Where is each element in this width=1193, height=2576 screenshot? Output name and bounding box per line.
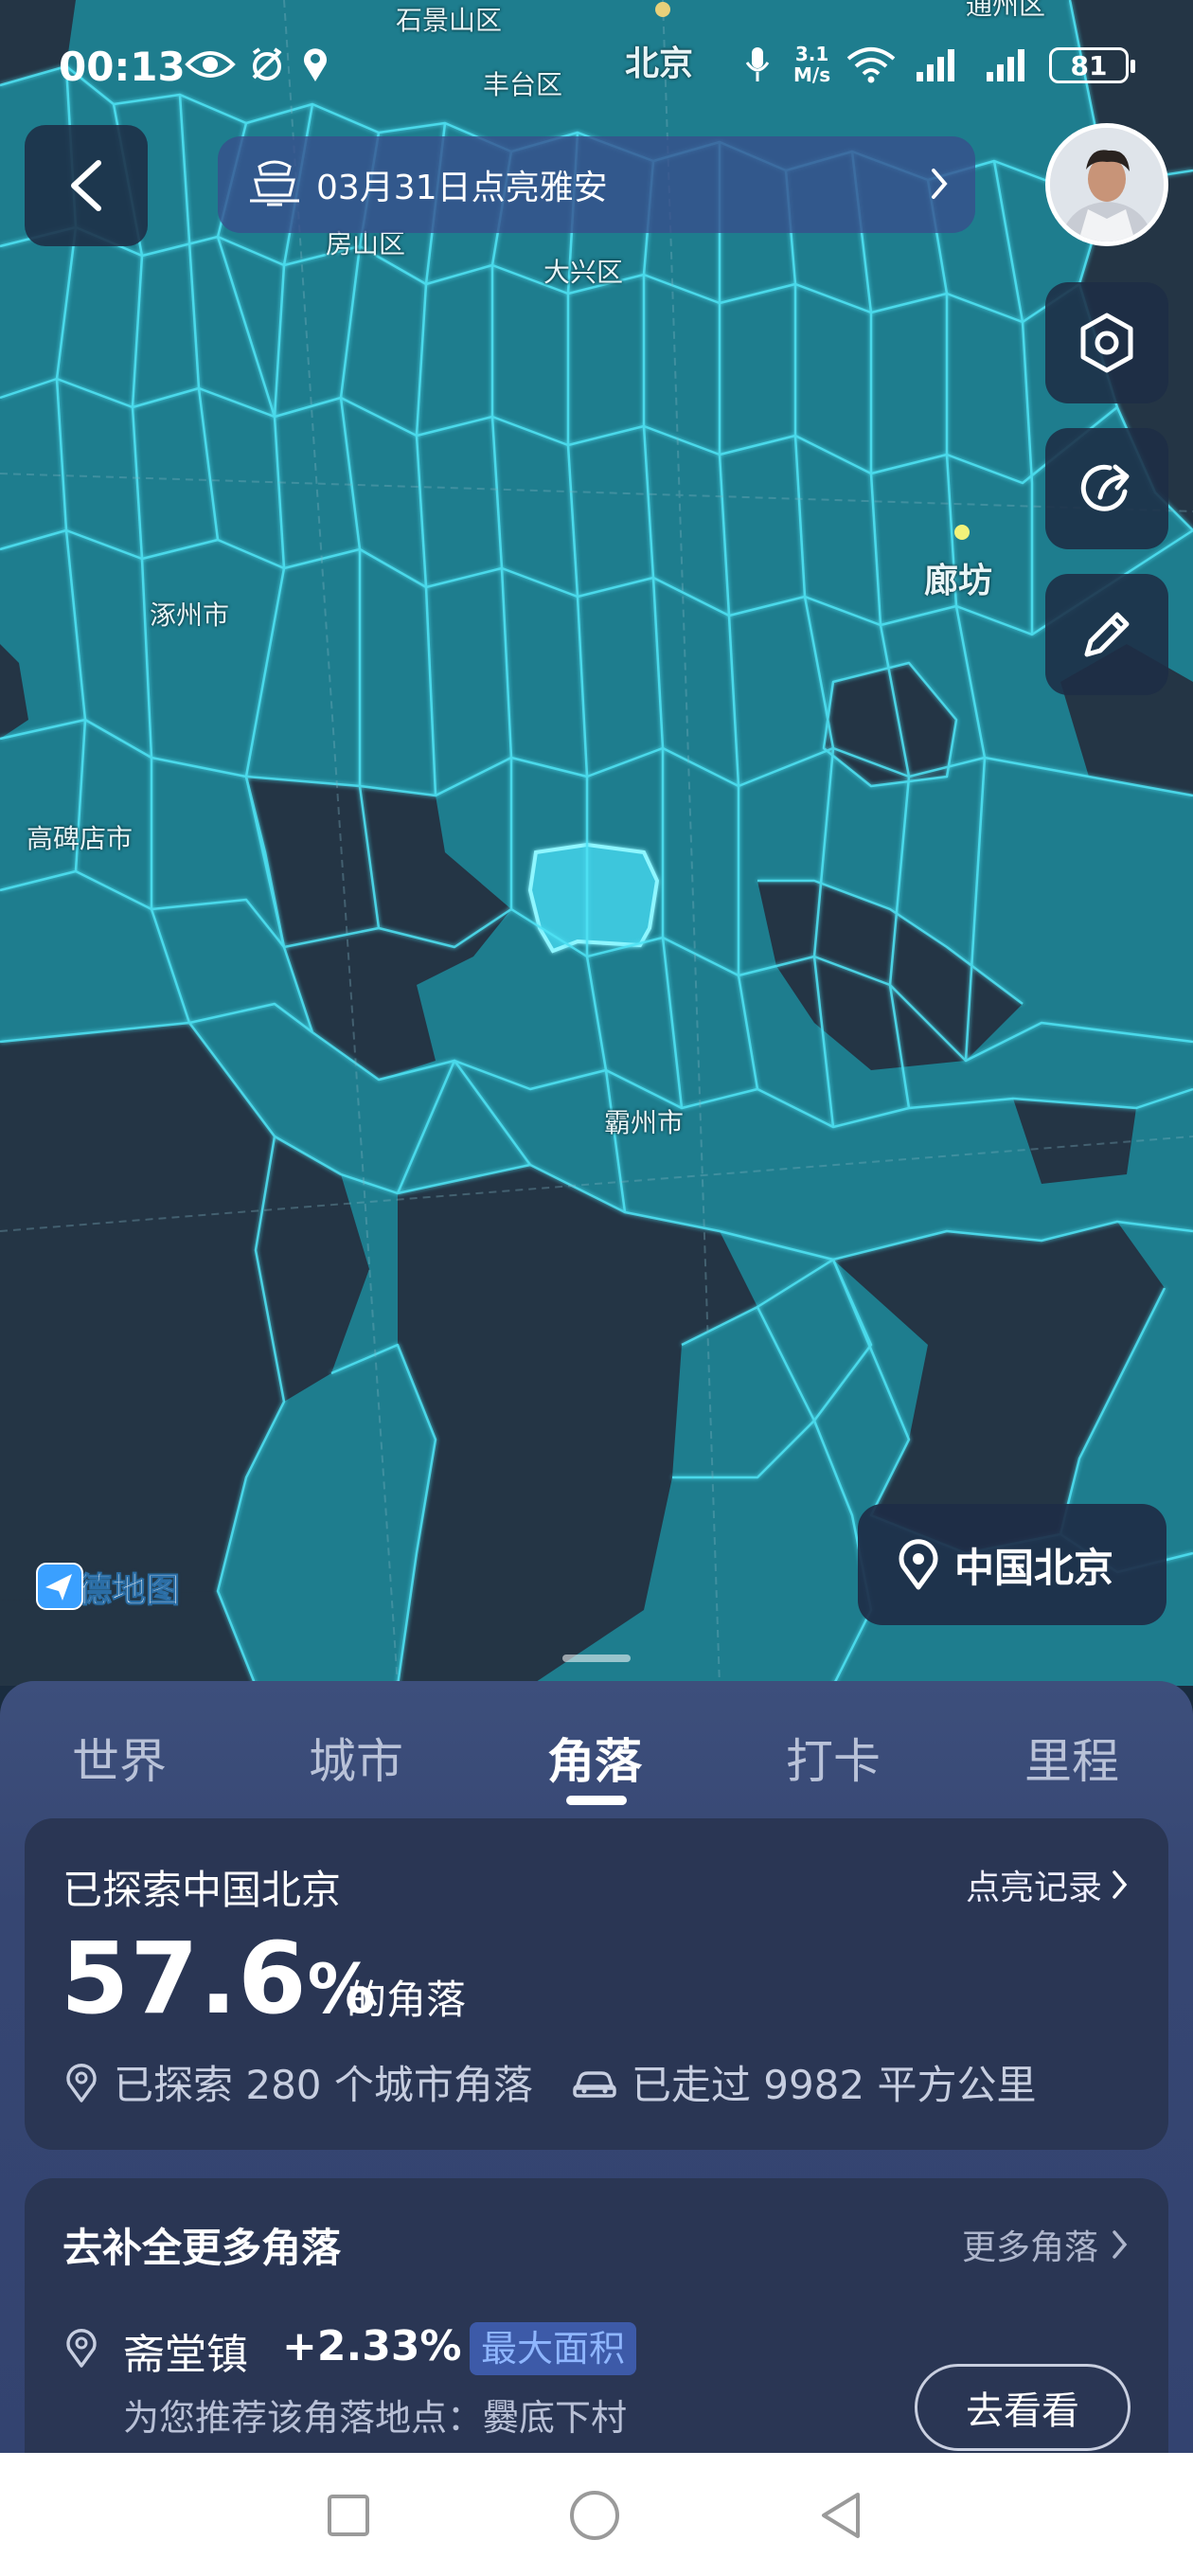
percent-suffix: 的角落 — [347, 1977, 467, 2023]
settings-hexagon-icon — [1080, 313, 1133, 373]
banner-text: 03月31日点亮雅安 — [316, 169, 608, 207]
explore-map[interactable]: 石景山区 丰台区 北京 房山区 大兴区 涿州市 廊坊 高碑店市 霸州市 通州区 … — [0, 0, 1193, 1686]
location-chip[interactable]: 中国北京 — [858, 1504, 1166, 1625]
status-time: 00:13 — [59, 44, 186, 90]
system-nav-bar — [0, 2453, 1193, 2576]
location-pin-icon — [899, 1539, 938, 1590]
drag-handle[interactable] — [562, 1655, 631, 1662]
recommend-place: 斋堂镇 — [123, 2331, 248, 2379]
share-icon — [1080, 464, 1130, 511]
map-label-zhuozhou: 涿州市 — [150, 599, 230, 631]
recommend-title: 去补全更多角落 — [62, 2225, 342, 2271]
settings-button[interactable] — [1045, 282, 1168, 403]
chevron-right-icon — [1113, 1870, 1128, 1899]
amap-logo-icon — [36, 1563, 83, 1610]
tab-bar: 世界 城市 角落 打卡 里程 — [0, 1705, 1193, 1809]
edit-button[interactable] — [1045, 574, 1168, 695]
more-corners-label: 更多角落 — [961, 2228, 1098, 2267]
user-avatar[interactable] — [1045, 123, 1168, 246]
back-nav-button[interactable] — [814, 2489, 867, 2542]
share-button[interactable] — [1045, 428, 1168, 549]
signal-icon-2 — [985, 45, 1026, 83]
car-icon — [573, 2070, 616, 2098]
go-see-button[interactable]: 去看看 — [915, 2364, 1131, 2451]
explore-summary-card: 已探索中国北京 点亮记录 57.6% 的角落 已探索 280 个城市角落 已走过… — [25, 1818, 1168, 2150]
location-status-icon — [301, 45, 329, 83]
more-corners-link[interactable]: 更多角落 — [962, 2220, 1131, 2269]
net-speed-value: 3.1 — [794, 43, 829, 65]
lantern-icon — [250, 160, 299, 206]
back-button[interactable] — [25, 125, 148, 246]
circle-icon — [570, 2491, 619, 2540]
recommend-gain: +2.33% — [282, 2322, 462, 2370]
tab-world[interactable]: 世界 — [72, 1724, 167, 1792]
eye-icon — [184, 45, 237, 83]
chevron-right-icon — [1113, 2230, 1128, 2259]
map-label-bazhou: 霸州市 — [604, 1107, 685, 1138]
explored-corners-text: 已探索 280 个城市角落 — [114, 2062, 533, 2108]
recents-button[interactable] — [322, 2489, 375, 2542]
tab-corner[interactable]: 角落 — [547, 1724, 642, 1792]
recommend-card: 去补全更多角落 更多角落 斋堂镇 +2.33% 最大面积 为您推荐该角落地点：爨… — [25, 2178, 1168, 2481]
record-link-label: 点亮记录 — [965, 1869, 1102, 1907]
status-bar: 00:13 3.1 M/s 81 — [0, 0, 1193, 133]
map-label-gaobeidian: 高碑店市 — [27, 823, 134, 854]
map-label-daxing: 大兴区 — [543, 257, 624, 288]
largest-area-badge: 最大面积 — [470, 2322, 637, 2375]
signal-icon — [915, 45, 956, 83]
edit-pencil-icon — [1084, 612, 1130, 657]
recommend-subtitle: 为您推荐该角落地点：爨底下村 — [123, 2397, 628, 2439]
area-walked-text: 已走过 9982 平方公里 — [631, 2062, 1037, 2108]
location-chip-label: 中国北京 — [954, 1544, 1114, 1591]
tab-mileage[interactable]: 里程 — [1024, 1724, 1119, 1792]
record-link[interactable]: 点亮记录 — [966, 1860, 1131, 1909]
home-button[interactable] — [568, 2489, 621, 2542]
explore-stats: 已探索 280 个城市角落 已走过 9982 平方公里 — [62, 2053, 1036, 2111]
avatar-image — [1050, 128, 1164, 242]
tab-checkin[interactable]: 打卡 — [786, 1724, 881, 1792]
location-pin-icon — [66, 2063, 97, 2102]
chevron-left-icon — [71, 160, 101, 211]
city-dot — [954, 525, 970, 540]
square-icon — [328, 2495, 369, 2536]
net-speed-unit: M/s — [793, 63, 831, 86]
location-pin-icon — [66, 2329, 97, 2368]
alarm-off-icon — [248, 45, 286, 83]
map-label-langfang: 廊坊 — [924, 562, 993, 600]
chevron-right-icon — [932, 169, 948, 199]
battery-indicator: 81 — [1049, 47, 1135, 83]
wifi-icon — [845, 45, 898, 83]
selected-region — [527, 842, 660, 954]
triangle-back-icon — [822, 2493, 860, 2538]
explored-title: 已探索中国北京 — [62, 1867, 342, 1913]
tab-city[interactable]: 城市 — [309, 1724, 403, 1792]
mic-icon — [744, 45, 771, 83]
active-tab-indicator — [566, 1796, 627, 1805]
light-up-banner[interactable]: 03月31日点亮雅安 — [218, 136, 975, 233]
explored-percent: 57.6% — [61, 1921, 377, 2036]
amap-logo: 高德地图 — [36, 1563, 181, 1612]
percent-value: 57.6 — [61, 1921, 308, 2036]
net-speed: 3.1 M/s — [793, 44, 830, 85]
